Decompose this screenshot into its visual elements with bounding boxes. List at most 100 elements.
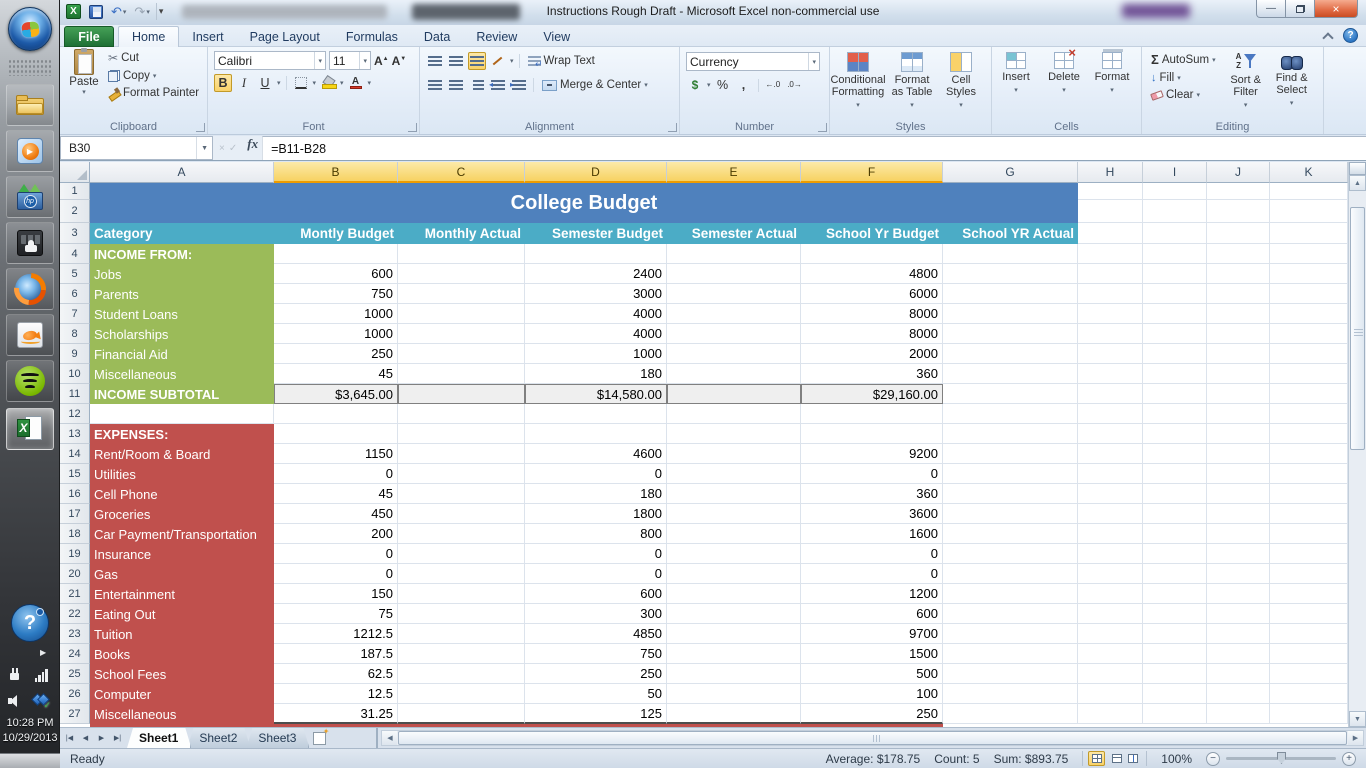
scroll-right-button[interactable]: ▶: [1348, 731, 1363, 745]
cell-C27[interactable]: [398, 704, 525, 724]
row-header-27[interactable]: 27: [60, 704, 90, 724]
zoom-thumb[interactable]: [1277, 752, 1286, 764]
cell-C25[interactable]: [398, 664, 525, 684]
cell-F24[interactable]: 1500: [801, 644, 943, 664]
scroll-down-button[interactable]: ▼: [1349, 711, 1366, 727]
cell-E13[interactable]: [667, 424, 801, 444]
cell-B8[interactable]: 1000: [274, 324, 398, 344]
vertical-split-handle[interactable]: [1349, 162, 1366, 175]
tab-splitter-handle[interactable]: [374, 728, 381, 748]
cell-G17[interactable]: [943, 504, 1078, 524]
first-sheet-button[interactable]: |◀: [62, 731, 77, 746]
cell-B6[interactable]: 750: [274, 284, 398, 304]
cell-K22[interactable]: [1270, 604, 1348, 624]
prev-sheet-button[interactable]: ◀: [78, 731, 93, 746]
cell-C10[interactable]: [398, 364, 525, 384]
row-header-22[interactable]: 22: [60, 604, 90, 624]
sheet-tab-sheet2[interactable]: Sheet2: [187, 728, 250, 748]
cell-F8[interactable]: 8000: [801, 324, 943, 344]
cell-G11[interactable]: [943, 384, 1078, 404]
cell-D24[interactable]: 750: [525, 644, 667, 664]
cell-J8[interactable]: [1207, 324, 1270, 344]
cell-K7[interactable]: [1270, 304, 1348, 324]
font-dialog-launcher[interactable]: [408, 123, 417, 132]
name-box-dropdown-icon[interactable]: ▼: [196, 137, 212, 159]
copy-button[interactable]: Copy▾: [105, 69, 202, 83]
cell-E26[interactable]: [667, 684, 801, 704]
cell-C16[interactable]: [398, 484, 525, 504]
cell-A22[interactable]: Eating Out: [90, 604, 274, 624]
column-header-G[interactable]: G: [943, 162, 1078, 183]
formula-input[interactable]: =B11-B28: [262, 136, 1366, 160]
tab-page-layout[interactable]: Page Layout: [237, 26, 333, 47]
cell-D22[interactable]: 300: [525, 604, 667, 624]
number-format-combo[interactable]: Currency▾: [686, 52, 820, 71]
cell-G8[interactable]: [943, 324, 1078, 344]
percent-style-button[interactable]: %: [714, 76, 732, 94]
cell-H16[interactable]: [1078, 484, 1143, 504]
cell-G19[interactable]: [943, 544, 1078, 564]
cell-I26[interactable]: [1143, 684, 1207, 704]
cell-C7[interactable]: [398, 304, 525, 324]
cell-D6[interactable]: 3000: [525, 284, 667, 304]
align-right-button[interactable]: [468, 76, 486, 94]
increase-indent-button[interactable]: [510, 76, 528, 94]
cell-J19[interactable]: [1207, 544, 1270, 564]
cell-C4[interactable]: [398, 244, 525, 264]
page-layout-view-button[interactable]: [1106, 751, 1123, 766]
cell-I11[interactable]: [1143, 384, 1207, 404]
cell-J11[interactable]: [1207, 384, 1270, 404]
cell-A25[interactable]: School Fees: [90, 664, 274, 684]
cell-I15[interactable]: [1143, 464, 1207, 484]
cell-D18[interactable]: 800: [525, 524, 667, 544]
cell-H13[interactable]: [1078, 424, 1143, 444]
cell-A10[interactable]: Miscellaneous: [90, 364, 274, 384]
cell-C26[interactable]: [398, 684, 525, 704]
decrease-indent-button[interactable]: [489, 76, 507, 94]
cell-I2[interactable]: [1143, 200, 1207, 223]
cell-C14[interactable]: [398, 444, 525, 464]
insert-worksheet-button[interactable]: [305, 728, 334, 748]
cell-F21[interactable]: 1200: [801, 584, 943, 604]
cell-E21[interactable]: [667, 584, 801, 604]
horizontal-scroll-thumb[interactable]: [398, 731, 1347, 745]
cell-A4[interactable]: INCOME FROM:: [90, 244, 274, 264]
cell-I14[interactable]: [1143, 444, 1207, 464]
cell-E27[interactable]: [667, 704, 801, 724]
cell-H15[interactable]: [1078, 464, 1143, 484]
cell-H23[interactable]: [1078, 624, 1143, 644]
name-box[interactable]: B30 ▼: [60, 136, 213, 160]
cell-D10[interactable]: 180: [525, 364, 667, 384]
cell-B10[interactable]: 45: [274, 364, 398, 384]
collapse-ribbon-button[interactable]: [1321, 29, 1335, 43]
cell-I19[interactable]: [1143, 544, 1207, 564]
cell-B23[interactable]: 1212.5: [274, 624, 398, 644]
cell-D7[interactable]: 4000: [525, 304, 667, 324]
cell-F13[interactable]: [801, 424, 943, 444]
row-header-13[interactable]: 13: [60, 424, 90, 444]
cell-D4[interactable]: [525, 244, 667, 264]
cell-I6[interactable]: [1143, 284, 1207, 304]
tab-formulas[interactable]: Formulas: [333, 26, 411, 47]
cell-K11[interactable]: [1270, 384, 1348, 404]
cell-F5[interactable]: 4800: [801, 264, 943, 284]
cell-A18[interactable]: Car Payment/Transportation: [90, 524, 274, 544]
dropbox-tray-icon[interactable]: ✓: [30, 690, 52, 712]
cell-E15[interactable]: [667, 464, 801, 484]
cell-J27[interactable]: [1207, 704, 1270, 724]
cell-C6[interactable]: [398, 284, 525, 304]
cell-I7[interactable]: [1143, 304, 1207, 324]
row-header-26[interactable]: 26: [60, 684, 90, 704]
insert-function-button[interactable]: fx: [243, 136, 262, 160]
accounting-format-button[interactable]: $: [686, 76, 704, 94]
clear-button[interactable]: Clear▾: [1148, 88, 1219, 102]
column-header-I[interactable]: I: [1143, 162, 1207, 183]
column-header-C[interactable]: C: [398, 162, 525, 183]
cell-H22[interactable]: [1078, 604, 1143, 624]
sort-filter-button[interactable]: AZ Sort & Filter▾: [1223, 47, 1269, 119]
font-size-combo[interactable]: 11▾: [329, 51, 371, 70]
cell-E18[interactable]: [667, 524, 801, 544]
clipboard-dialog-launcher[interactable]: [196, 123, 205, 132]
cell-H27[interactable]: [1078, 704, 1143, 724]
cell-A24[interactable]: Books: [90, 644, 274, 664]
